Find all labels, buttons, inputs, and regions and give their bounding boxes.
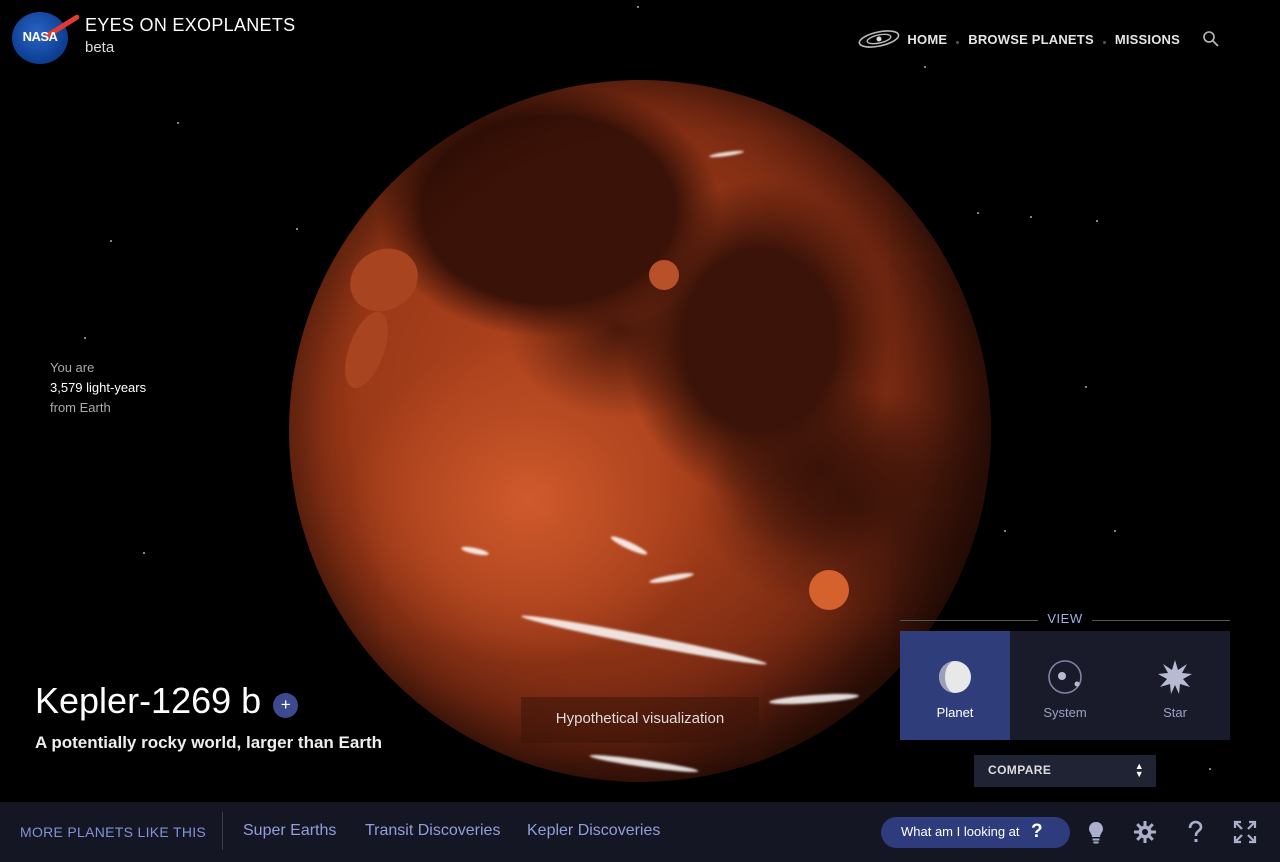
settings-icon[interactable] <box>1133 820 1157 844</box>
view-planet-label: Planet <box>936 705 974 720</box>
view-selector: Planet System Star <box>900 631 1230 740</box>
nav-home[interactable]: HOME <box>907 32 947 47</box>
main-nav: HOME BROWSE PLANETS MISSIONS <box>857 28 1220 50</box>
category-super-earths[interactable]: Super Earths <box>243 822 336 840</box>
view-star-button[interactable]: Star <box>1120 631 1230 740</box>
logo-text: NASA <box>22 29 58 44</box>
view-system-label: System <box>1043 705 1087 720</box>
search-icon[interactable] <box>1202 30 1220 48</box>
galaxy-icon[interactable] <box>857 28 901 50</box>
app-title[interactable]: EYES ON EXOPLANETS <box>85 15 295 36</box>
fullscreen-icon[interactable] <box>1233 820 1257 844</box>
what-am-i-looking-at-button[interactable]: What am I looking at ? <box>881 817 1070 848</box>
bottom-divider <box>222 812 223 850</box>
view-system-button[interactable]: System <box>1010 631 1120 740</box>
category-transit-discoveries[interactable]: Transit Discoveries <box>365 822 500 840</box>
nav-separator <box>1102 40 1106 44</box>
distance-prefix: You are <box>50 360 95 375</box>
view-divider-right <box>1092 620 1230 621</box>
add-to-compare-button[interactable]: + <box>273 692 299 718</box>
distance-suffix: from Earth <box>50 400 111 415</box>
nasa-logo[interactable]: NASA <box>12 12 81 64</box>
distance-value: 3,579 light-years <box>50 380 147 395</box>
what-label: What am I looking at <box>901 824 1020 839</box>
view-label: VIEW <box>900 611 1230 629</box>
select-arrows-icon: ▲ ▼ <box>1134 761 1144 779</box>
planet-title: Kepler-1269 b + <box>35 680 299 722</box>
planet-name: Kepler-1269 b <box>35 680 262 721</box>
compare-label: COMPARE <box>988 763 1052 777</box>
nav-separator <box>956 40 960 44</box>
category-kepler-discoveries[interactable]: Kepler Discoveries <box>527 822 660 840</box>
planet-description: A potentially rocky world, larger than E… <box>35 733 382 752</box>
distance-readout: You are 3,579 light-years from Earth <box>50 358 146 418</box>
bottom-bar: MORE PLANETS LIKE THIS Super Earths Tran… <box>0 802 1280 862</box>
view-label-text: VIEW <box>1047 611 1083 626</box>
lightbulb-icon[interactable] <box>1084 820 1108 844</box>
planet-icon <box>939 661 971 693</box>
visualization-note: Hypothetical visualization <box>521 697 759 743</box>
nav-browse-planets[interactable]: BROWSE PLANETS <box>968 32 1094 47</box>
help-icon[interactable] <box>1183 820 1207 844</box>
view-star-label: Star <box>1163 705 1187 720</box>
header: NASA EYES ON EXOPLANETS beta HOME BROWSE… <box>0 0 1280 80</box>
star-icon <box>1158 660 1192 694</box>
planet-visualization[interactable] <box>289 80 991 782</box>
view-planet-button[interactable]: Planet <box>900 631 1010 740</box>
question-icon: ? <box>1031 821 1043 842</box>
more-planets-label: MORE PLANETS LIKE THIS <box>20 824 207 840</box>
compare-select[interactable]: COMPARE ▲ ▼ <box>974 755 1156 787</box>
system-icon <box>1048 660 1082 694</box>
nav-missions[interactable]: MISSIONS <box>1115 32 1180 47</box>
app-subtitle: beta <box>85 39 115 56</box>
